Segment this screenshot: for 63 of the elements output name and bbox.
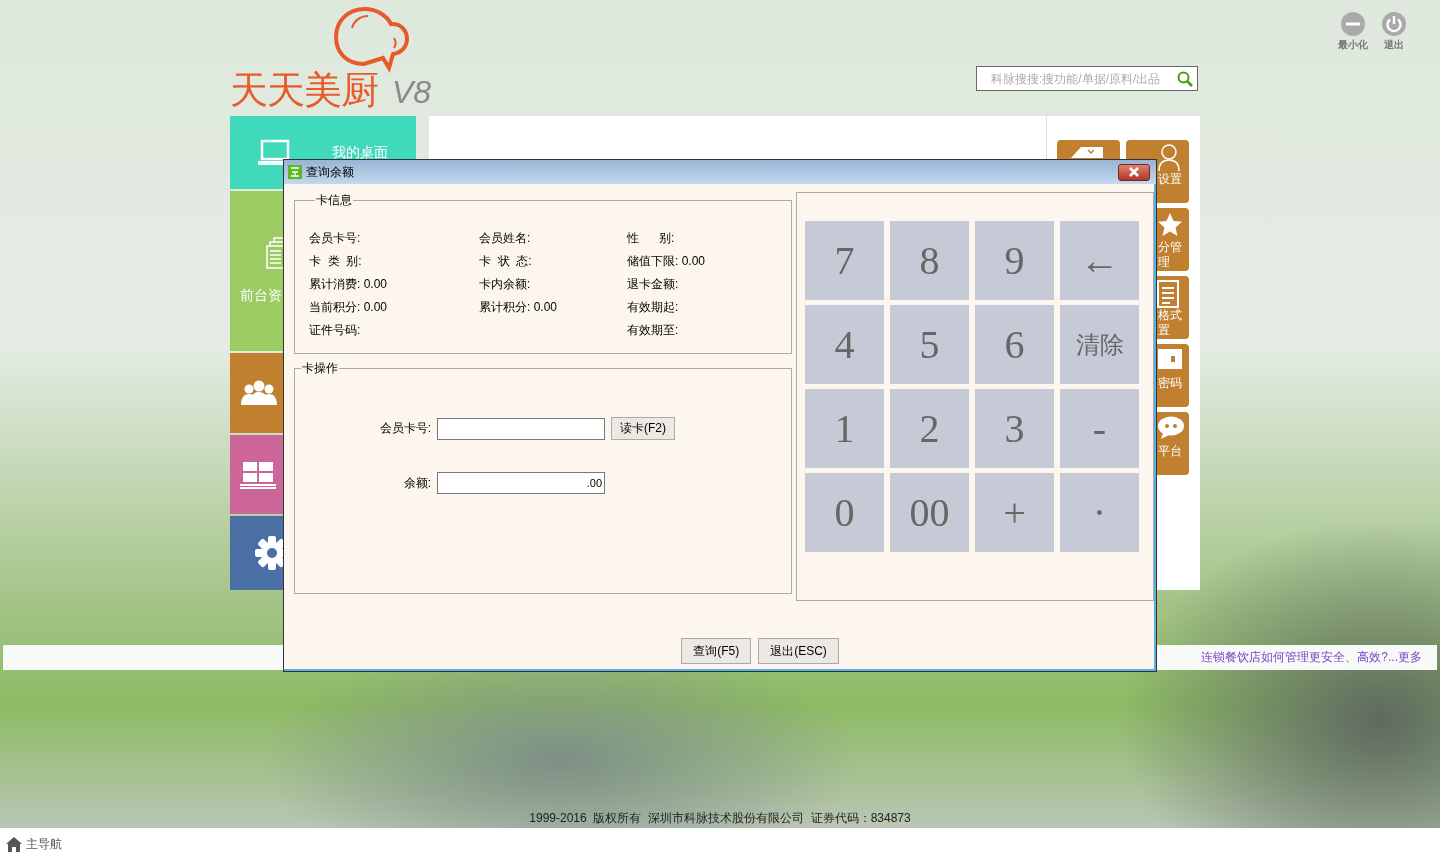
keypad-key[interactable]: 清除: [1060, 305, 1139, 384]
info-field: 性 别:: [627, 227, 791, 250]
close-button[interactable]: [1118, 163, 1150, 181]
info-field: 当前积分: 0.00: [309, 296, 479, 319]
keypad-key[interactable]: +: [975, 473, 1054, 552]
logo-version: V8: [392, 74, 432, 110]
info-field: 储值下限: 0.00: [627, 250, 791, 273]
keypad-key[interactable]: 5: [890, 305, 969, 384]
keypad-key[interactable]: ·: [1060, 473, 1139, 552]
tag-icon: [1071, 144, 1103, 158]
close-icon: [1127, 167, 1141, 177]
card-number-field[interactable]: [437, 417, 605, 440]
more-link[interactable]: 更多: [1398, 649, 1422, 666]
keypad-key[interactable]: -: [1060, 389, 1139, 468]
keypad-key[interactable]: 1: [805, 389, 884, 468]
info-field: 卡内余额:: [479, 273, 627, 296]
keypad-key[interactable]: 2: [890, 389, 969, 468]
keypad-key[interactable]: 4: [805, 305, 884, 384]
info-field: 退卡金额:: [627, 273, 791, 296]
keypad-key[interactable]: 9: [975, 221, 1054, 300]
field-label: 会员卡号:: [378, 420, 431, 437]
field-label: 余额:: [402, 474, 431, 492]
query-button[interactable]: 查询(F5): [681, 638, 752, 664]
keypad-key[interactable]: 3: [975, 389, 1054, 468]
search-icon: [1177, 70, 1193, 87]
info-field: 有效期起:: [627, 296, 791, 319]
info-field: 会员卡号:: [309, 227, 479, 250]
keypad-key[interactable]: 7: [805, 221, 884, 300]
power-icon: [1382, 12, 1406, 36]
keypad-key[interactable]: 8: [890, 221, 969, 300]
search-field[interactable]: 科脉搜搜:搜功能/单据/原料/出品: [976, 66, 1198, 91]
info-field: 卡 状 态:: [479, 250, 627, 273]
star-icon: [1157, 212, 1183, 238]
home-icon: [6, 836, 22, 852]
info-field: 累计消费: 0.00: [309, 273, 479, 296]
info-field: 有效期至:: [627, 319, 791, 342]
nav-label[interactable]: 主导航: [26, 835, 62, 853]
keypad-key[interactable]: 00: [890, 473, 969, 552]
read-card-button[interactable]: 读卡(F2): [611, 417, 675, 440]
news-headline: 连锁餐饮店如何管理更安全、高效?...: [1201, 649, 1398, 666]
group-title: 卡信息: [315, 192, 353, 209]
minimize-button[interactable]: 最小化: [1338, 12, 1368, 52]
person-icon: [1157, 144, 1181, 172]
document-icon: [1157, 280, 1179, 308]
info-field: 会员姓名:: [479, 227, 627, 250]
info-field: 卡 类 别:: [309, 250, 479, 273]
info-field: 证件号码:: [309, 319, 479, 342]
exit-button[interactable]: 退出: [1382, 12, 1406, 52]
keypad-key[interactable]: ←: [1060, 221, 1139, 300]
copyright-text: 1999-2016 版权所有 深圳市科脉技术股份有限公司 证券代码：834873: [528, 810, 912, 827]
shelf-icon: [240, 460, 276, 489]
keypad-key[interactable]: 6: [975, 305, 1054, 384]
balance-field[interactable]: .00: [437, 472, 605, 494]
people-icon: [240, 380, 278, 406]
group-title: 卡操作: [301, 360, 339, 377]
minimize-icon: [1341, 12, 1365, 36]
app-icon: [288, 165, 302, 179]
keypad-key[interactable]: 0: [805, 473, 884, 552]
logo-name: 天天美厨: [230, 70, 378, 110]
dialog-title: 查询余额: [306, 163, 355, 181]
chat-icon: [1157, 416, 1185, 440]
exit-dialog-button[interactable]: 退出(ESC): [758, 638, 839, 664]
info-field: 累计积分: 0.00: [479, 296, 627, 319]
